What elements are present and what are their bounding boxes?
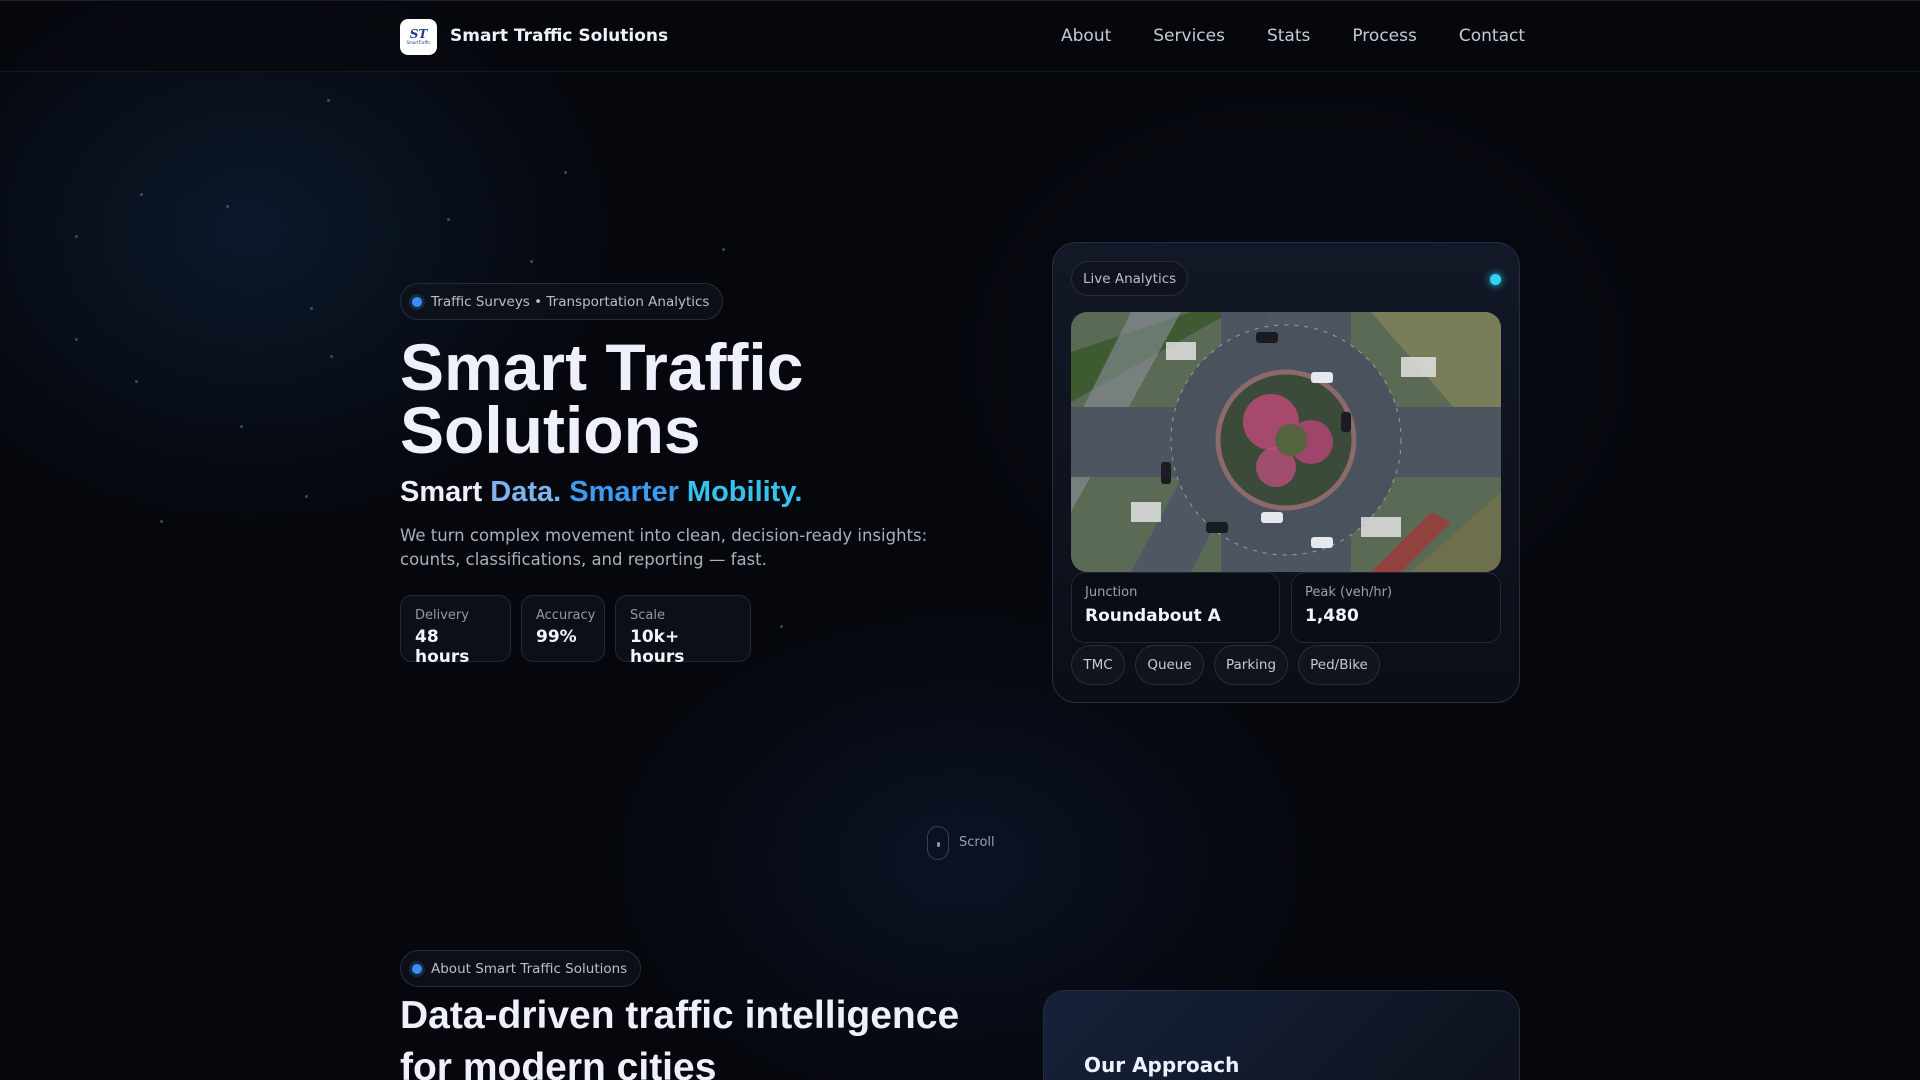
top-nav: ST SmartTraffic Smart Traffic Solutions A… bbox=[0, 0, 1920, 72]
hero-title: Smart Traffic Solutions bbox=[400, 330, 804, 467]
nav-stats[interactable]: Stats bbox=[1267, 26, 1310, 46]
live-analytics-badge: Live Analytics bbox=[1071, 261, 1189, 296]
brand-logo[interactable]: ST SmartTraffic bbox=[400, 19, 437, 55]
nav-about[interactable]: About bbox=[1061, 26, 1111, 46]
hero-tagline: Smart Data. Smarter Mobility. bbox=[400, 476, 803, 508]
nav-process[interactable]: Process bbox=[1352, 26, 1417, 46]
peak-info: Peak (veh/hr) 1,480 bbox=[1291, 572, 1501, 643]
chip-ped-bike[interactable]: Ped/Bike bbox=[1298, 645, 1380, 685]
about-badge: About Smart Traffic Solutions bbox=[400, 950, 642, 987]
chip-tmc[interactable]: TMC bbox=[1071, 645, 1125, 685]
hero-badge: Traffic Surveys • Transportation Analyti… bbox=[400, 283, 724, 320]
junction-info: Junction Roundabout A bbox=[1071, 572, 1280, 643]
scroll-label[interactable]: Scroll bbox=[959, 835, 995, 850]
live-status-dot-icon bbox=[1490, 274, 1501, 285]
approach-title: Our Approach bbox=[1084, 1053, 1240, 1077]
scroll-mouse-icon[interactable] bbox=[927, 826, 949, 860]
brand-name[interactable]: Smart Traffic Solutions bbox=[450, 26, 668, 46]
chip-queue[interactable]: Queue bbox=[1135, 645, 1204, 685]
nav-contact[interactable]: Contact bbox=[1459, 26, 1525, 46]
about-heading: Data-driven traffic intelligence for mod… bbox=[400, 994, 960, 1080]
stat-delivery: Delivery 48 hours bbox=[400, 595, 511, 667]
chip-parking[interactable]: Parking bbox=[1214, 645, 1288, 685]
badge-dot-icon bbox=[412, 963, 422, 974]
roundabout-aerial-image bbox=[1071, 312, 1501, 572]
approach-card: Our Approach bbox=[1043, 990, 1520, 1080]
badge-dot-icon bbox=[412, 296, 422, 307]
background bbox=[0, 0, 1920, 1080]
hero-description: We turn complex movement into clean, dec… bbox=[400, 526, 928, 569]
stat-scale: Scale 10k+ hours bbox=[615, 595, 751, 667]
stat-accuracy: Accuracy 99% bbox=[521, 595, 605, 662]
nav-services[interactable]: Services bbox=[1153, 26, 1225, 46]
